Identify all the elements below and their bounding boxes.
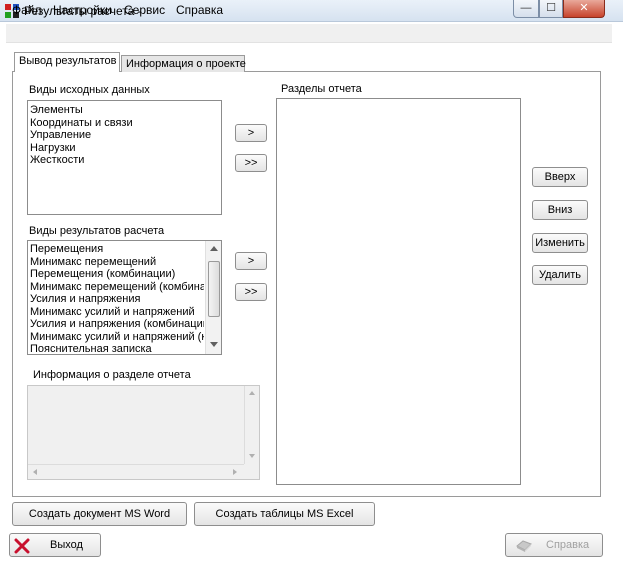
list-item[interactable]: Пояснительная записка <box>30 343 204 354</box>
create-word-button[interactable]: Создать документ MS Word <box>12 502 187 526</box>
list-item[interactable]: Усилия и напряжения (комбинации) <box>30 318 204 331</box>
scroll-right-icon[interactable] <box>233 469 237 475</box>
list-item[interactable]: Управление <box>30 129 91 142</box>
list-item[interactable]: Координаты и связи <box>30 117 133 130</box>
menu-file[interactable]: Файл <box>12 3 42 17</box>
maximize-button[interactable]: ☐ <box>539 0 563 18</box>
add-result-button[interactable]: > <box>235 252 267 270</box>
list-item[interactable]: Усилия и напряжения <box>30 293 204 306</box>
tab-results[interactable]: Вывод результатов <box>14 52 120 72</box>
section-info-hscroll[interactable] <box>28 464 244 479</box>
scroll-thumb[interactable] <box>208 261 220 317</box>
edit-button[interactable]: Изменить <box>532 233 588 253</box>
section-info-vscroll[interactable] <box>244 386 259 464</box>
list-item[interactable]: Перемещения <box>30 243 204 256</box>
results-list-scrollbar[interactable] <box>205 241 221 354</box>
exit-label: Выход <box>50 539 83 551</box>
report-sections-list[interactable] <box>276 98 521 485</box>
help-button[interactable]: Справка <box>505 533 603 557</box>
add-all-results-button[interactable]: >> <box>235 283 267 301</box>
list-item[interactable]: Минимакс усилий и напряжений <box>30 306 204 319</box>
source-data-list[interactable]: Элементы Координаты и связи Управление Н… <box>27 100 222 215</box>
list-item[interactable]: Минимакс перемещений (комбинации) <box>30 281 204 294</box>
list-item[interactable]: Минимакс перемещений <box>30 256 204 269</box>
scroll-left-icon[interactable] <box>33 469 37 475</box>
menu-service[interactable]: Сервис <box>124 3 165 17</box>
section-info-box <box>27 385 260 480</box>
close-icon: ✕ <box>579 2 589 14</box>
report-sections-label: Разделы отчета <box>281 83 362 95</box>
move-down-button[interactable]: Вниз <box>532 200 588 220</box>
section-info-label: Информация о разделе отчета <box>33 369 191 381</box>
add-all-source-button[interactable]: >> <box>235 154 267 172</box>
list-item[interactable]: Нагрузки <box>30 142 76 155</box>
create-excel-button[interactable]: Создать таблицы MS Excel <box>194 502 375 526</box>
add-source-button[interactable]: > <box>235 124 267 142</box>
book-icon <box>516 540 532 552</box>
scroll-up-icon[interactable] <box>249 391 255 395</box>
menu-help[interactable]: Справка <box>176 3 223 17</box>
scroll-up-icon[interactable] <box>210 246 218 251</box>
list-item[interactable]: Элементы <box>30 104 83 117</box>
minimize-icon: — <box>520 2 532 14</box>
results-types-label: Виды результатов расчета <box>29 225 165 237</box>
results-types-list[interactable]: Перемещения Минимакс перемещений Перемещ… <box>27 240 222 355</box>
tab-project-info[interactable]: Информация о проекте <box>121 55 246 72</box>
move-up-button[interactable]: Вверх <box>532 167 588 187</box>
exit-icon <box>14 538 30 554</box>
menu-bar <box>6 24 612 43</box>
list-item[interactable]: Перемещения (комбинации) <box>30 268 204 281</box>
scroll-down-icon[interactable] <box>249 454 255 458</box>
source-data-label: Виды исходных данных <box>29 84 150 96</box>
list-item[interactable]: Жесткости <box>30 154 84 167</box>
minimize-button[interactable]: — <box>513 0 539 18</box>
close-button[interactable]: ✕ <box>563 0 605 18</box>
exit-button[interactable]: Выход <box>9 533 101 557</box>
help-label: Справка <box>546 539 590 551</box>
menu-settings[interactable]: Настройки <box>53 3 112 17</box>
list-item[interactable]: Минимакс усилий и напряжений (комбинации… <box>30 331 204 344</box>
maximize-icon: ☐ <box>546 2 556 14</box>
delete-button[interactable]: Удалить <box>532 265 588 285</box>
scroll-down-icon[interactable] <box>210 342 218 347</box>
